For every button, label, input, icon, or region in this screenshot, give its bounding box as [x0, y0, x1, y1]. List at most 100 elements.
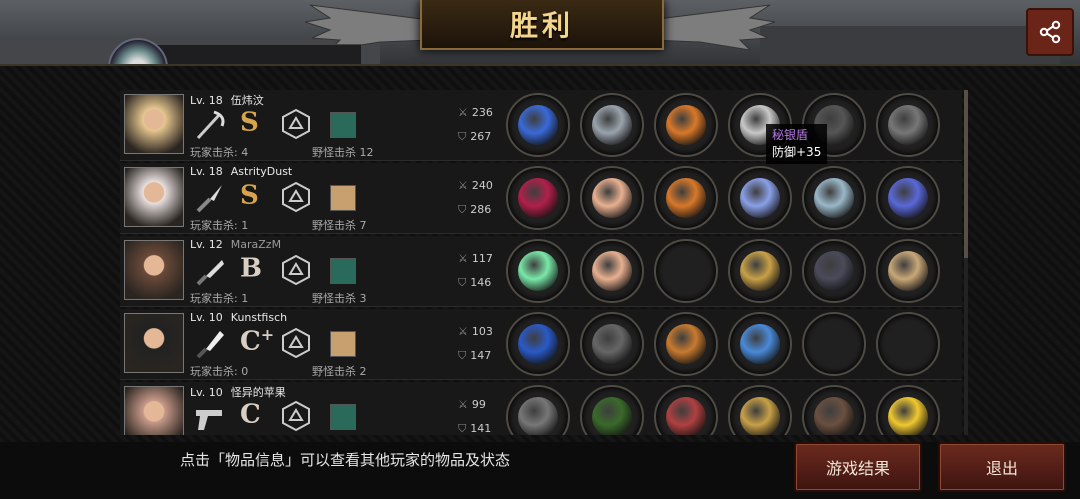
monster-kills: 野怪击杀 3 — [312, 292, 367, 305]
item-slot[interactable] — [506, 166, 570, 230]
gem-bracelet-icon — [740, 324, 780, 364]
player-kills: 玩家击杀: 1 — [190, 292, 249, 305]
item-slot[interactable] — [802, 385, 866, 435]
player-level: Lv. 12 — [190, 238, 223, 251]
item-slot[interactable] — [580, 93, 644, 157]
item-slot[interactable] — [654, 166, 718, 230]
page-title: 胜利 — [509, 9, 574, 42]
brown-boots-icon — [814, 397, 854, 435]
item-slot[interactable] — [876, 239, 940, 303]
item-slot[interactable] — [728, 166, 792, 230]
item-slot[interactable] — [728, 312, 792, 376]
item-slot[interactable] — [654, 93, 718, 157]
item-slot[interactable] — [580, 312, 644, 376]
player-avatar[interactable] — [124, 94, 184, 154]
item-slot[interactable] — [506, 312, 570, 376]
hint-text: 点击「物品信息」可以查看其他玩家的物品及状态 — [180, 451, 511, 469]
rank-letter: S — [240, 180, 259, 211]
item-slot[interactable] — [580, 385, 644, 435]
shield-icon: ⛉ — [458, 130, 467, 143]
attack-stat: ⚔ 240 — [458, 179, 493, 192]
defense-value: 267 — [470, 130, 492, 143]
item-slot[interactable] — [654, 239, 718, 303]
galaxy-orb-icon — [888, 178, 928, 218]
armor-class-icon — [282, 108, 310, 140]
attack-value: 240 — [471, 179, 493, 192]
game-results-button[interactable]: 游戏结果 — [794, 442, 922, 492]
player-avatar[interactable] — [124, 167, 184, 227]
player-kills: 玩家击杀: 1 — [190, 219, 249, 232]
rank-badge: C — [240, 398, 261, 430]
item-slot[interactable] — [802, 239, 866, 303]
item-slot[interactable] — [728, 239, 792, 303]
item-slot[interactable] — [728, 385, 792, 435]
item-slot[interactable] — [876, 385, 940, 435]
monster-icon — [330, 112, 356, 138]
item-slot[interactable] — [876, 93, 940, 157]
player-level: Lv. 18 — [190, 94, 223, 107]
item-slot[interactable] — [876, 312, 940, 376]
player-level-name: Lv. 10 怪异的苹果 — [190, 384, 286, 400]
item-slot[interactable] — [580, 166, 644, 230]
item-slot[interactable] — [580, 239, 644, 303]
exit-button[interactable]: 退出 — [938, 442, 1066, 492]
player-avatar[interactable] — [124, 386, 184, 435]
item-slot[interactable] — [506, 93, 570, 157]
armor-class-icon — [282, 254, 310, 286]
player-kills: 玩家击杀: 4 — [190, 146, 249, 159]
player-level: Lv. 10 — [190, 386, 223, 399]
player-row[interactable]: Lv. 12 MaraZzM B 玩家击杀: 1 野怪击杀 3 ⚔ 117 ⛉ 146 — [120, 236, 962, 307]
item-slot[interactable] — [802, 312, 866, 376]
flame-armor-icon — [666, 178, 706, 218]
defense-value: 141 — [470, 422, 492, 435]
item-slot[interactable] — [876, 166, 940, 230]
shield-icon: ⛉ — [458, 422, 467, 435]
attack-value: 99 — [471, 398, 486, 411]
player-avatar[interactable] — [124, 240, 184, 300]
tooltip-item-stat: 防御+35 — [772, 145, 822, 159]
cardboard-box-icon — [888, 251, 928, 291]
item-slot[interactable] — [802, 166, 866, 230]
yellow-lily-icon — [888, 397, 928, 435]
rank-letter: S — [240, 107, 259, 138]
right-wing-ornament — [650, 4, 776, 51]
player-row[interactable]: Lv. 10 怪异的苹果 C ⚔ 99 ⛉ 141 — [120, 382, 962, 435]
player-level: Lv. 10 — [190, 311, 223, 324]
defense-stat: ⛉ 146 — [458, 276, 491, 290]
scrollbar[interactable] — [964, 90, 968, 435]
player-row[interactable]: Lv. 18 AstrityDust S 玩家击杀: 1 野怪击杀 7 ⚔ 240 ⛉ 286 — [120, 163, 962, 234]
player-list[interactable]: Lv. 18 伍炜汶 S 玩家击杀: 4 野怪击杀 12 ⚔ 236 ⛉ 267 Lv. 18 As… — [120, 90, 962, 435]
crimson-sword-icon — [518, 178, 558, 218]
rank-badge: B — [240, 252, 262, 284]
shadow-gloves-icon — [814, 251, 854, 291]
scrollbar-thumb[interactable] — [964, 90, 968, 258]
ice-boots-icon — [814, 178, 854, 218]
item-slot[interactable] — [506, 385, 570, 435]
player-name: AstrityDust — [230, 165, 293, 178]
player-level: Lv. 18 — [190, 165, 223, 178]
wing-crown-icon — [592, 251, 632, 291]
item-slot[interactable] — [654, 385, 718, 435]
share-button[interactable] — [1026, 8, 1074, 56]
armor-class-icon — [282, 400, 310, 432]
bronze-armor-icon — [666, 324, 706, 364]
monster-kills: 野怪击杀 7 — [312, 219, 367, 232]
kitchen-knife-icon — [196, 331, 224, 359]
item-slot[interactable] — [506, 239, 570, 303]
wing-crown-icon — [592, 178, 632, 218]
item-slot[interactable] — [654, 312, 718, 376]
player-level-name: Lv. 12 MaraZzM — [190, 238, 281, 251]
steel-helmet-icon — [592, 105, 632, 145]
monster-kills: 野怪击杀 2 — [312, 365, 367, 378]
scythe-icon — [196, 110, 225, 140]
swords-icon: ⚔ — [458, 179, 468, 192]
swords-icon: ⚔ — [458, 252, 468, 265]
attack-value: 236 — [471, 106, 493, 119]
player-row[interactable]: Lv. 18 伍炜汶 S 玩家击杀: 4 野怪击杀 12 ⚔ 236 ⛉ 267 — [120, 90, 962, 161]
item-tooltip: 秘银盾 防御+35 — [766, 124, 828, 164]
monster-icon — [330, 258, 356, 284]
player-avatar[interactable] — [124, 313, 184, 373]
player-row[interactable]: Lv. 10 Kunstfisch C+ 玩家击杀: 0 野怪击杀 2 ⚔ 103 ⛉ 147 — [120, 309, 962, 380]
pistol-icon — [196, 410, 222, 430]
defense-stat: ⛉ 286 — [458, 203, 491, 217]
